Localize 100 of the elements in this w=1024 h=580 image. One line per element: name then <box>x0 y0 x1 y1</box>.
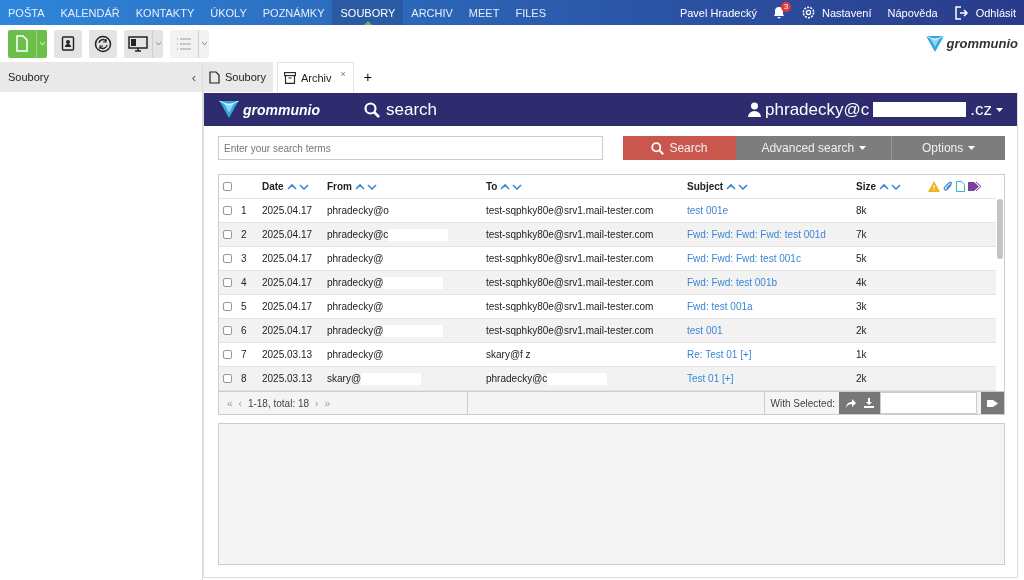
column-header[interactable]: To <box>486 181 687 192</box>
row-checkbox[interactable] <box>223 374 232 383</box>
subject-link[interactable]: test 001e <box>687 205 856 216</box>
account-menu[interactable]: phradecky@c .cz <box>748 99 1003 120</box>
nav-tab[interactable]: KONTAKTY <box>127 0 203 25</box>
logout-link[interactable]: Odhlásit <box>945 0 1024 25</box>
row-number: 2 <box>241 229 248 240</box>
subject-link[interactable]: Re: Test 01 [+] <box>687 349 856 360</box>
size-cell-text: 2k <box>856 373 868 384</box>
tab[interactable]: Soubory <box>203 62 273 92</box>
sync-button[interactable] <box>89 29 117 58</box>
last-page-button[interactable]: » <box>324 397 330 409</box>
document-icon <box>956 181 965 192</box>
tag-button[interactable] <box>981 392 1004 414</box>
search-button[interactable]: Search <box>622 136 737 160</box>
archive-icon <box>284 71 296 84</box>
logo-text: grommunio <box>946 36 1018 51</box>
row-checkbox[interactable] <box>223 230 232 239</box>
next-page-button[interactable]: › <box>315 397 319 409</box>
sort-icon[interactable] <box>355 183 377 190</box>
first-page-button[interactable]: « <box>227 397 233 409</box>
date-cell-text: 2025.04.17 <box>262 277 314 288</box>
search-field[interactable]: Enter your search terms <box>218 136 603 160</box>
recipient-cell: skary@f z <box>486 349 531 360</box>
sort-icon[interactable] <box>879 183 901 190</box>
subject-link[interactable]: Fwd: Fwd: Fwd: Fwd: test 001d <box>687 229 856 240</box>
brand-name: grommunio <box>243 101 320 118</box>
nav-tab[interactable]: MEET <box>460 0 508 25</box>
recipient-cell: phradecky@c <box>486 373 548 384</box>
column-header[interactable]: From <box>327 181 486 192</box>
nav-tab[interactable]: POZNÁMKY <box>254 0 333 25</box>
user-icon <box>748 102 762 117</box>
row-checkbox[interactable] <box>223 254 232 263</box>
close-button[interactable]: × <box>340 69 346 79</box>
subject-link[interactable]: test 001 <box>687 325 856 336</box>
nav-tab[interactable]: SOUBORY <box>332 0 404 25</box>
select-all-checkbox[interactable] <box>223 182 232 191</box>
date-cell-text: 2025.04.17 <box>262 325 314 336</box>
nav-tab[interactable]: ÚKOLY <box>202 0 255 25</box>
list-icon <box>176 37 192 50</box>
row-checkbox[interactable] <box>223 278 232 287</box>
tab[interactable]: Archiv × <box>277 62 354 92</box>
monitor-button[interactable] <box>124 29 163 58</box>
sync-icon <box>94 34 112 53</box>
previous-page-button[interactable]: ‹ <box>238 397 242 409</box>
sender-cell: skary@ <box>327 373 362 384</box>
nav-tab[interactable]: ARCHIV <box>403 0 461 25</box>
row-number: 8 <box>241 373 248 384</box>
row-checkbox[interactable] <box>223 302 232 311</box>
search-icon <box>651 141 665 155</box>
subject-link[interactable]: Fwd: test 001a <box>687 301 856 312</box>
nav-tab[interactable]: POŠTA <box>0 0 53 25</box>
recipient-cell: test-sqphky80e@srv1.mail-tester.com <box>486 301 654 312</box>
subject-link[interactable]: Test 01 [+] <box>687 373 856 384</box>
page-range: 1-18, total: 18 <box>247 397 310 409</box>
sender-cell: phradecky@ <box>327 325 384 336</box>
sidebar-title: Soubory <box>8 71 49 83</box>
row-checkbox[interactable] <box>223 326 232 335</box>
column-header[interactable]: Date <box>262 181 327 192</box>
bell-icon[interactable] <box>772 6 785 19</box>
sort-icon[interactable] <box>726 183 749 190</box>
scrollbar[interactable] <box>997 199 1003 259</box>
row-checkbox[interactable] <box>223 350 232 359</box>
settings-link[interactable]: Nastavení <box>792 0 880 25</box>
subject-link[interactable]: Fwd: Fwd: Fwd: test 001c <box>687 253 856 264</box>
sort-icon[interactable] <box>500 183 523 190</box>
recipient-cell: test-sqphky80e@srv1.mail-tester.com <box>486 253 654 264</box>
column-header[interactable]: Size <box>856 181 914 192</box>
help-link[interactable]: Nápověda <box>887 6 938 19</box>
nav-tab[interactable]: FILES <box>507 0 554 25</box>
subject-link[interactable]: Fwd: Fwd: test 001b <box>687 277 856 288</box>
tag-field[interactable] <box>880 392 977 414</box>
forward-icon[interactable] <box>845 398 856 408</box>
user-name[interactable]: Pavel Hradecký <box>679 6 757 19</box>
download-icon[interactable] <box>864 398 874 408</box>
size-cell-text: 2k <box>856 325 868 336</box>
caret-icon <box>996 107 1003 112</box>
sort-icon[interactable] <box>286 183 309 190</box>
recipient-cell: test-sqphky80e@srv1.mail-tester.com <box>486 229 654 240</box>
size-cell-text: 3k <box>856 301 868 312</box>
new-document-button[interactable] <box>8 29 47 58</box>
options-button[interactable]: Options <box>891 136 1005 160</box>
new-document-icon <box>15 34 29 53</box>
caret-icon <box>968 146 976 150</box>
settings-icon <box>800 5 816 20</box>
logo-icon <box>924 34 945 53</box>
collapse-button[interactable]: ‹ <box>191 69 196 85</box>
address-book-button[interactable] <box>54 29 82 58</box>
new-tab-button[interactable]: + <box>357 62 378 92</box>
sender-cell: phradecky@ <box>327 253 384 264</box>
size-cell-text: 8k <box>856 205 868 216</box>
row-number: 1 <box>241 205 248 216</box>
caret-icon <box>39 42 45 45</box>
row-checkbox[interactable] <box>223 206 232 215</box>
logout-icon <box>953 5 970 20</box>
size-cell-text: 5k <box>856 253 868 264</box>
nav-tab[interactable]: KALENDÁŘ <box>52 0 128 25</box>
column-header[interactable]: Subject <box>687 181 856 192</box>
advanced-search-button[interactable]: Advanced search <box>736 136 892 160</box>
sender-cell: phradecky@c <box>327 229 389 240</box>
